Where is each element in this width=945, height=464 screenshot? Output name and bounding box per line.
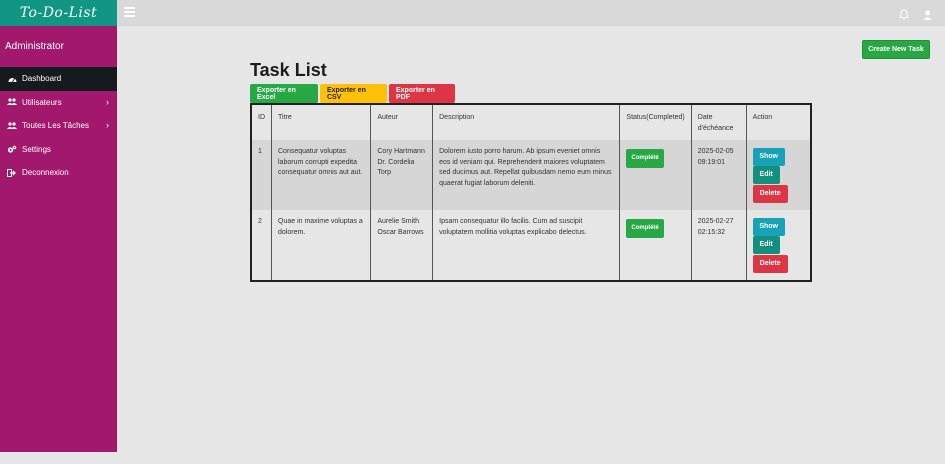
page-title: Task List: [250, 60, 327, 80]
sidebar-item-utilisateurs[interactable]: Utilisateurs ›: [0, 91, 117, 115]
bottom-strip: [0, 452, 945, 464]
header-id: ID: [251, 104, 272, 140]
header-status: Status(Completed): [619, 104, 692, 140]
cell-author: Cory Hartmann Dr. Cordelia Torp: [370, 140, 433, 210]
cell-description: Ipsam consequatur illo facilis. Cum ad s…: [432, 210, 620, 281]
export-pdf-button[interactable]: Exporter en PDF: [389, 84, 455, 103]
cell-actions: Show Edit Delete: [745, 140, 811, 210]
cell-status: Complété: [619, 140, 692, 210]
header-titre: Titre: [270, 104, 371, 140]
create-new-task-button[interactable]: Create New Task: [862, 40, 930, 59]
status-badge: Complété: [626, 219, 664, 238]
bell-icon[interactable]: [899, 7, 909, 25]
cell-actions: Show Edit Delete: [745, 210, 811, 281]
sign-out-icon: [7, 168, 17, 178]
task-table: ID Titre Auteur Description Status(Compl…: [250, 103, 812, 282]
export-excel-button[interactable]: Exporter en Excel: [250, 84, 318, 103]
export-csv-button[interactable]: Exporter en CSV: [320, 84, 387, 103]
header-auteur: Auteur: [370, 104, 433, 140]
due-date: 2025-02-05: [697, 148, 734, 155]
table-row: 1 Consequatur voluptas laborum corrupti …: [251, 140, 811, 210]
sidebar-item-settings[interactable]: Settings: [0, 138, 117, 162]
header-date: Date d'échéance: [690, 104, 747, 140]
sidebar-item-dashboard[interactable]: Dashboard: [0, 67, 117, 91]
header-action: Action: [745, 104, 811, 140]
table-header-row: ID Titre Auteur Description Status(Compl…: [251, 104, 811, 140]
app-logo[interactable]: To-Do-List: [0, 0, 117, 26]
table-row: 2 Quae in maxime voluptas a dolorem. Aur…: [251, 210, 811, 281]
admin-name: Administrator: [5, 41, 64, 52]
cell-id: 2: [251, 210, 272, 281]
cell-title: Consequatur voluptas laborum corrupti ex…: [270, 140, 371, 210]
delete-button[interactable]: Delete: [752, 185, 788, 203]
cell-date: 2025-02-27 02:15:32: [690, 210, 747, 281]
sidebar-item-label: Utilisateurs: [22, 97, 62, 107]
cell-date: 2025-02-05 09:19:01: [690, 140, 747, 210]
export-toolbar: Exporter en Excel Exporter en CSV Export…: [250, 84, 457, 103]
show-button[interactable]: Show: [752, 218, 785, 236]
hamburger-icon[interactable]: [124, 7, 135, 17]
author-name: Cory Hartmann: [377, 148, 425, 155]
sidebar-item-label: Settings: [22, 144, 51, 154]
show-button[interactable]: Show: [752, 148, 785, 166]
sidebar-item-deconnexion[interactable]: Deconnexion: [0, 161, 117, 185]
sidebar-item-label: Toutes Les Tâches: [22, 121, 90, 131]
sidebar-nav: Dashboard Utilisateurs › Toutes Les Tâch…: [0, 67, 117, 185]
users-icon: [7, 97, 17, 107]
cell-description: Dolorem iusto porro harum. Ab ipsum even…: [432, 140, 620, 210]
topbar: [117, 0, 945, 26]
users-icon: [7, 121, 17, 131]
sidebar-item-label: Dashboard: [22, 74, 62, 84]
cell-author: Aurelie Smith Oscar Barrows: [370, 210, 433, 281]
cell-id: 1: [251, 140, 272, 210]
app-title: To-Do-List: [19, 5, 98, 21]
gears-icon: [7, 144, 17, 154]
delete-button[interactable]: Delete: [752, 255, 788, 273]
sidebar: Administrator Dashboard Utilisateurs › T…: [0, 26, 117, 464]
dashboard-icon: [7, 74, 17, 84]
sidebar-item-label: Deconnexion: [22, 168, 69, 178]
edit-button[interactable]: Edit: [752, 236, 780, 254]
author-name: Dr. Cordelia Torp: [377, 158, 415, 177]
author-name: Oscar Barrows: [377, 228, 424, 236]
header-description: Description: [432, 104, 620, 140]
cell-title: Quae in maxime voluptas a dolorem.: [270, 210, 371, 281]
status-badge: Complété: [626, 149, 664, 168]
edit-button[interactable]: Edit: [752, 166, 780, 184]
due-time: 02:15:32: [697, 228, 726, 236]
due-time: 09:19:01: [697, 158, 726, 166]
user-icon[interactable]: [923, 7, 932, 25]
cell-status: Complété: [619, 210, 692, 281]
chevron-right-icon: ›: [106, 96, 109, 107]
chevron-right-icon: ›: [106, 120, 109, 130]
sidebar-item-toutes-les-taches[interactable]: Toutes Les Tâches ›: [0, 114, 117, 138]
author-name: Aurelie Smith: [377, 218, 420, 225]
due-date: 2025-02-27: [697, 218, 734, 225]
